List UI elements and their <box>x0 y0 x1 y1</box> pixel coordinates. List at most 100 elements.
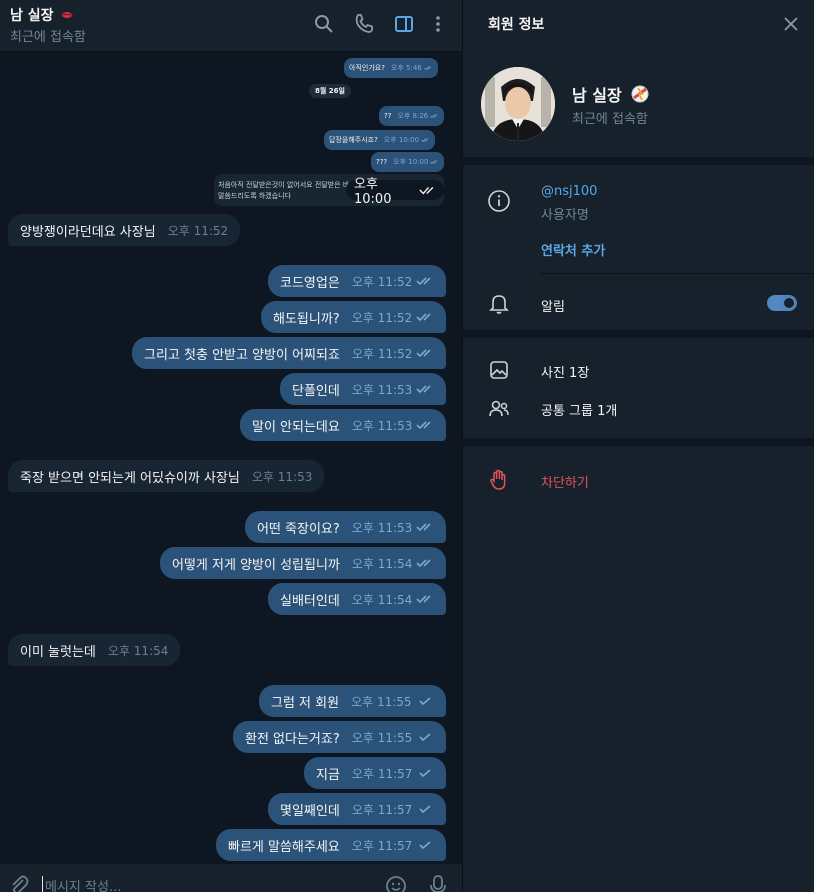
message-bubble[interactable]: 답장을해주시죠? 오후 10:00 <box>324 130 436 150</box>
message-text: 단폴인데 <box>292 383 340 399</box>
double-check-icon <box>430 160 438 165</box>
sidebar-toggle-icon[interactable] <box>392 12 416 36</box>
common-groups-row[interactable]: 공통 그룹 1개 <box>541 400 617 419</box>
check-icon <box>419 841 431 850</box>
double-check-icon <box>419 186 434 195</box>
member-info-panel: 회원 정보 남 실장 최근에 접속함 @nsj100 사용자명 연락처 추가 알… <box>463 0 814 892</box>
message-text-line1: 처음아직 전달받은것이 없어서요 전달받은 바와 <box>218 181 356 189</box>
message-time: 오후 11:54 <box>351 556 413 571</box>
message-time: 오후 11:55 <box>351 730 413 745</box>
row-divider <box>541 273 814 274</box>
username-link[interactable]: @nsj100 <box>541 184 597 199</box>
incoming-message[interactable]: 이미 눌럿는데 오후 11:54 <box>8 634 181 666</box>
close-icon[interactable] <box>781 14 801 34</box>
message-text: 지금 <box>316 767 340 783</box>
outgoing-message[interactable]: 실배터인데 오후 11:54 <box>268 583 447 615</box>
outgoing-message[interactable]: 환전 없다는거죠? 오후 11:55 <box>233 721 447 753</box>
message-time-overlay: 오후 10:00 <box>346 177 444 207</box>
emoji-icon[interactable] <box>384 874 408 892</box>
message-text: 아직인가요? <box>349 64 385 72</box>
profile-status: 최근에 접속함 <box>572 112 648 127</box>
message-time: 오후 10:00 <box>383 136 420 144</box>
message-time: 오후 11:53 <box>351 418 413 433</box>
chat-title[interactable]: 남 실장 <box>10 5 74 25</box>
message-text: 해도됩니까? <box>273 311 340 327</box>
outgoing-message[interactable]: 그럼 저 회원 오후 11:55 <box>259 685 446 717</box>
double-check-icon <box>416 421 431 430</box>
search-icon[interactable] <box>312 12 336 36</box>
message-text: 그럼 저 회원 <box>271 695 340 711</box>
premium-emoji-icon <box>631 85 649 103</box>
message-time: 오후 11:57 <box>351 838 413 853</box>
more-options-icon[interactable] <box>426 12 450 36</box>
outgoing-message[interactable]: 코드영업은 오후 11:52 <box>268 265 447 297</box>
attach-icon[interactable] <box>8 874 30 892</box>
username-label: 사용자명 <box>541 208 589 223</box>
double-check-icon <box>416 559 431 568</box>
microphone-icon[interactable] <box>428 874 448 892</box>
message-text: 빠르게 말씀해주세요 <box>228 839 340 855</box>
avatar[interactable] <box>481 67 555 141</box>
message-time: 오후 11:52 <box>167 223 229 238</box>
double-check-icon <box>416 523 431 532</box>
double-check-icon <box>416 385 431 394</box>
profile-name-text: 남 실장 <box>572 86 622 105</box>
info-icon <box>488 190 510 212</box>
message-text: ?? <box>384 112 392 120</box>
section-separator <box>463 438 814 446</box>
double-check-icon <box>430 114 438 119</box>
incoming-message[interactable]: 양방쟁이라던데요 사장님 오후 11:52 <box>8 214 241 246</box>
section-separator <box>463 330 814 338</box>
double-check-icon <box>416 349 431 358</box>
message-bubble[interactable]: ??? 오후 10:00 <box>371 152 445 172</box>
message-time: 오후 11:55 <box>351 694 412 709</box>
message-bubble[interactable]: ?? 오후 8:26 <box>379 106 445 126</box>
message-text: 어떤 죽장이요? <box>257 521 340 537</box>
outgoing-message[interactable]: 빠르게 말씀해주세요 오후 11:57 <box>216 829 447 861</box>
message-time: 오후 11:57 <box>351 766 413 781</box>
message-time: 오후 11:53 <box>351 520 413 535</box>
message-list[interactable]: 아직인가요? 오후 5:46 8월 26일 ?? 오후 8:26 답장을해주시죠… <box>0 52 462 892</box>
message-bubble[interactable]: 처음아직 전달받은것이 없어서요 전달받은 바와 말씀드리도록 하겠습니다 오후… <box>214 174 444 207</box>
message-time: 오후 11:53 <box>251 469 313 484</box>
check-icon <box>419 805 431 814</box>
outgoing-message[interactable]: 말이 안되는데요 오후 11:53 <box>240 409 447 441</box>
message-text: 답장을해주시죠? <box>329 136 378 144</box>
incoming-message[interactable]: 죽장 받으면 안되는게 어딨슈이까 사장님 오후 11:53 <box>8 460 325 492</box>
message-time: 오후 11:57 <box>351 802 413 817</box>
message-text: 몇일째인데 <box>280 803 340 819</box>
message-text: 환전 없다는거죠? <box>245 731 340 747</box>
check-icon <box>419 733 431 742</box>
profile-name: 남 실장 <box>572 82 650 106</box>
phone-icon[interactable] <box>352 12 376 36</box>
outgoing-message[interactable]: 지금 오후 11:57 <box>304 757 447 789</box>
message-time: 오후 8:26 <box>397 112 429 120</box>
chat-panel: 남 실장 최근에 접속함 아직인가요? 오후 5:46 8월 26일 ?? 오후… <box>0 0 462 892</box>
message-text-line2: 말씀드리도록 하겠습니다 <box>218 192 292 200</box>
add-contact-button[interactable]: 연락처 추가 <box>541 240 605 259</box>
outgoing-message[interactable]: 어떻게 저게 양방이 성립됩니까 오후 11:54 <box>160 547 447 579</box>
block-user-button[interactable]: 차단하기 <box>541 472 589 491</box>
message-input[interactable]: 메시지 작성... <box>42 876 121 892</box>
photos-row[interactable]: 사진 1장 <box>541 362 589 381</box>
notifications-toggle[interactable] <box>767 295 797 311</box>
outgoing-message[interactable]: 해도됩니까? 오후 11:52 <box>261 301 447 333</box>
check-icon <box>418 697 431 706</box>
message-time: 오후 11:52 <box>351 346 413 361</box>
message-time: 오후 10:00 <box>354 177 392 207</box>
outgoing-message[interactable]: 몇일째인데 오후 11:57 <box>268 793 447 825</box>
outgoing-message[interactable]: 어떤 죽장이요? 오후 11:53 <box>245 511 447 543</box>
composer: 메시지 작성... <box>0 864 462 892</box>
message-time: 오후 11:52 <box>351 310 413 325</box>
section-separator <box>463 157 814 165</box>
outgoing-message[interactable]: 단폴인데 오후 11:53 <box>280 373 447 405</box>
photo-icon <box>490 361 508 379</box>
message-text: 코드영업은 <box>280 275 340 291</box>
bell-icon <box>489 295 509 314</box>
message-bubble[interactable]: 아직인가요? 오후 5:46 <box>344 58 438 78</box>
double-check-icon <box>416 277 431 286</box>
double-check-icon <box>421 138 429 143</box>
message-time: 오후 10:00 <box>393 158 429 166</box>
outgoing-message[interactable]: 그리고 첫충 안받고 양방이 어찌되죠 오후 11:52 <box>132 337 447 369</box>
message-text: 죽장 받으면 안되는게 어딨슈이까 사장님 <box>20 470 240 486</box>
